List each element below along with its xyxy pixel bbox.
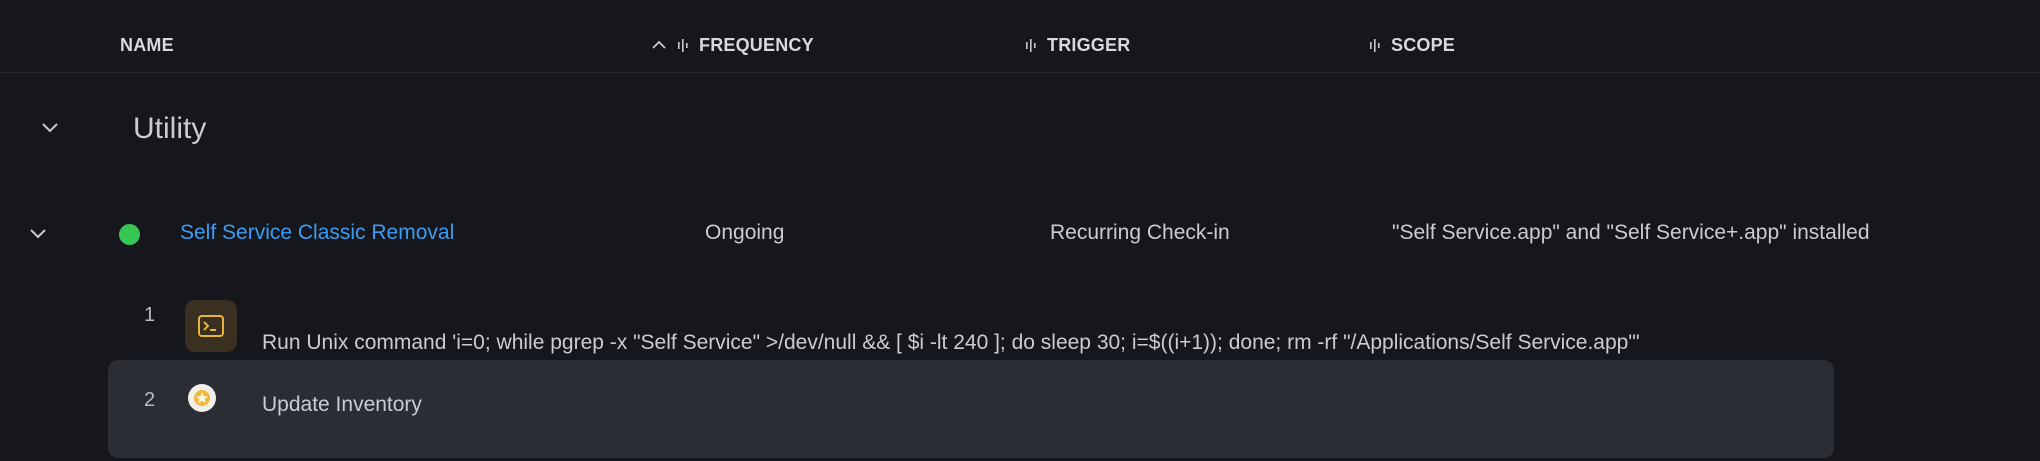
sort-ascending-icon[interactable] [651,37,667,53]
policy-trigger: Recurring Check-in [1050,221,1230,244]
policy-scope: "Self Service.app" and "Self Service+.ap… [1392,221,1870,244]
step-description: Update Inventory [262,393,422,416]
column-sort-bars-icon [1026,39,1036,52]
column-header-trigger[interactable]: TRIGGER [1025,33,1130,57]
column-header-scope-label: SCOPE [1391,34,1456,55]
terminal-icon [185,300,237,352]
column-header-frequency[interactable]: FREQUENCY [651,33,814,57]
column-header-frequency-label: FREQUENCY [699,34,814,55]
step-number: 1 [144,304,156,326]
column-header-name[interactable]: NAME [120,33,174,57]
inventory-icon [188,384,216,412]
step-description: Run Unix command 'i=0; while pgrep -x "S… [262,331,1640,354]
column-header-trigger-label: TRIGGER [1047,34,1131,55]
table-header: NAME FREQUENCY TRIGGER SCOPE [0,0,2040,73]
group-collapse-chevron-icon[interactable] [40,120,60,134]
status-indicator-icon [119,224,140,245]
column-header-name-label: NAME [120,34,174,55]
group-title: Utility [133,112,207,145]
column-header-scope[interactable]: SCOPE [1369,33,1455,57]
column-sort-bars-icon [1370,39,1380,52]
policy-frequency: Ongoing [705,221,785,244]
policy-name-link[interactable]: Self Service Classic Removal [180,221,454,245]
column-sort-bars-icon [678,39,688,52]
step-number: 2 [144,389,156,411]
row-collapse-chevron-icon[interactable] [28,226,48,240]
